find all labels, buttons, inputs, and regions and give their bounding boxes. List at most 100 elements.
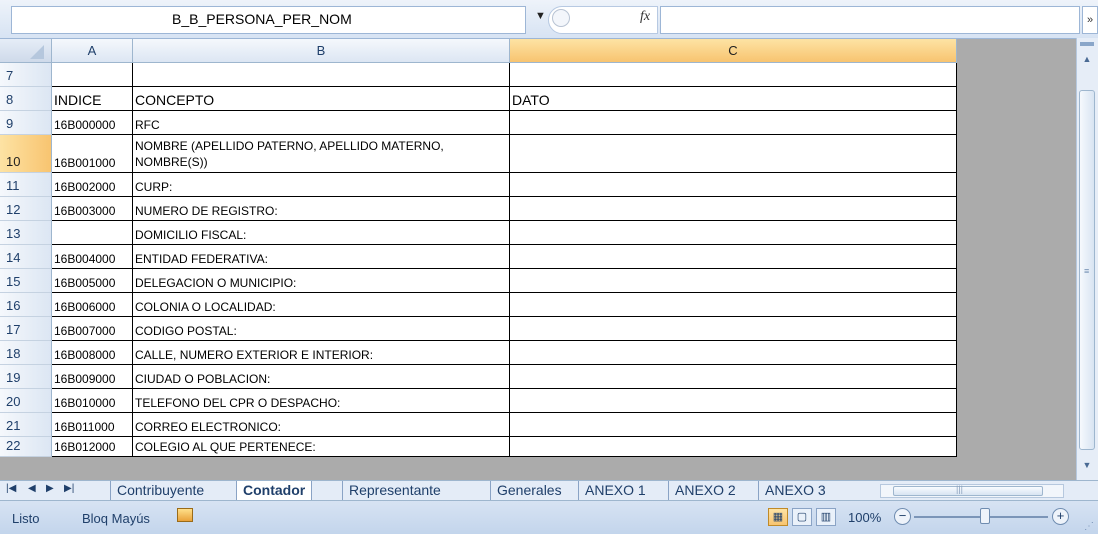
cell-a[interactable]: 16B003000: [52, 197, 133, 221]
cell-b[interactable]: COLONIA O LOCALIDAD:: [133, 293, 510, 317]
row-header[interactable]: 19: [0, 365, 52, 389]
cell-c[interactable]: [510, 135, 957, 173]
cell-b[interactable]: CALLE, NUMERO EXTERIOR E INTERIOR:: [133, 341, 510, 365]
scroll-down-icon[interactable]: ▼: [1080, 458, 1094, 472]
page-break-icon[interactable]: ▥: [816, 508, 836, 526]
cell-b[interactable]: CURP:: [133, 173, 510, 197]
scroll-up-icon[interactable]: ▲: [1080, 52, 1094, 66]
cell-c[interactable]: [510, 63, 957, 87]
cell-a[interactable]: 16B004000: [52, 245, 133, 269]
cell-a[interactable]: 16B010000: [52, 389, 133, 413]
row-header[interactable]: 22: [0, 437, 52, 457]
cell-c[interactable]: [510, 317, 957, 341]
row-header[interactable]: 18: [0, 341, 52, 365]
zoom-slider-thumb[interactable]: [980, 508, 990, 524]
row-header[interactable]: 7: [0, 63, 52, 87]
row-header[interactable]: 16: [0, 293, 52, 317]
cell-c[interactable]: [510, 365, 957, 389]
tab-generales[interactable]: Generales: [490, 481, 562, 500]
tab-anexo-3[interactable]: ANEXO 3: [758, 481, 826, 500]
row-header[interactable]: 15: [0, 269, 52, 293]
cell-b[interactable]: COLEGIO AL QUE PERTENECE:: [133, 437, 510, 457]
cell-c[interactable]: [510, 245, 957, 269]
cell-a[interactable]: INDICE: [52, 87, 133, 111]
cell-a[interactable]: 16B006000: [52, 293, 133, 317]
cell-a[interactable]: 16B001000: [52, 135, 133, 173]
row-header[interactable]: 8: [0, 87, 52, 111]
cell-c[interactable]: [510, 413, 957, 437]
name-box[interactable]: B_B_PERSONA_PER_NOM: [11, 6, 526, 34]
zoom-out-icon[interactable]: −: [894, 508, 911, 525]
formula-input[interactable]: [660, 6, 1080, 34]
cell-c[interactable]: [510, 173, 957, 197]
next-sheet-icon[interactable]: ▶: [46, 483, 54, 494]
zoom-level[interactable]: 100%: [848, 510, 881, 525]
cell-a[interactable]: 16B009000: [52, 365, 133, 389]
vertical-scrollbar[interactable]: ▲ ≡ ▼: [1076, 38, 1098, 480]
row-header[interactable]: 21: [0, 413, 52, 437]
page-layout-icon[interactable]: ▢: [792, 508, 812, 526]
cell-c[interactable]: [510, 111, 957, 135]
cell-b[interactable]: CODIGO POSTAL:: [133, 317, 510, 341]
tab-representante[interactable]: Representante: [342, 481, 441, 500]
macro-record-icon[interactable]: [177, 508, 193, 522]
first-sheet-icon[interactable]: |◀: [6, 483, 16, 494]
tab-contador[interactable]: Contador: [236, 481, 313, 501]
cell-b[interactable]: CONCEPTO: [133, 87, 510, 111]
tab-anexo-1[interactable]: ANEXO 1: [578, 481, 646, 500]
cell-b[interactable]: TELEFONO DEL CPR O DESPACHO:: [133, 389, 510, 413]
last-sheet-icon[interactable]: ▶|: [64, 483, 74, 494]
cell-b[interactable]: NOMBRE (APELLIDO PATERNO, APELLIDO MATER…: [133, 135, 510, 173]
cell-c[interactable]: [510, 221, 957, 245]
cell-b[interactable]: NUMERO DE REGISTRO:: [133, 197, 510, 221]
column-header-b[interactable]: B: [133, 39, 510, 63]
horizontal-scroll-thumb[interactable]: |||: [893, 484, 1043, 496]
cell-a[interactable]: 16B012000: [52, 437, 133, 457]
column-header-a[interactable]: A: [52, 39, 133, 63]
cell-a[interactable]: [52, 63, 133, 87]
row-header[interactable]: 14: [0, 245, 52, 269]
dropdown-arrow-icon[interactable]: ▼: [535, 10, 546, 22]
cell-a[interactable]: 16B008000: [52, 341, 133, 365]
cell-a[interactable]: 16B002000: [52, 173, 133, 197]
cell-a[interactable]: [52, 221, 133, 245]
cell-b[interactable]: DELEGACION O MUNICIPIO:: [133, 269, 510, 293]
cell-b[interactable]: RFC: [133, 111, 510, 135]
tab-contribuyente[interactable]: Contribuyente: [110, 481, 204, 500]
resize-grip-icon[interactable]: ⋰: [1084, 521, 1094, 532]
row-header[interactable]: 11: [0, 173, 52, 197]
cell-c[interactable]: DATO: [510, 87, 957, 111]
cell-b[interactable]: [133, 63, 510, 87]
row-header[interactable]: 13: [0, 221, 52, 245]
expand-formula-bar-icon[interactable]: »: [1082, 6, 1098, 34]
cell-c[interactable]: [510, 197, 957, 221]
select-all-corner[interactable]: [0, 39, 52, 63]
cell-b[interactable]: DOMICILIO FISCAL:: [133, 221, 510, 245]
cell-a[interactable]: 16B000000: [52, 111, 133, 135]
zoom-in-icon[interactable]: +: [1052, 508, 1069, 525]
horizontal-scrollbar[interactable]: |||: [880, 484, 1064, 498]
normal-view-icon[interactable]: ▦: [768, 508, 788, 526]
row-header[interactable]: 12: [0, 197, 52, 221]
cell-c[interactable]: [510, 269, 957, 293]
split-handle-icon[interactable]: [1080, 42, 1094, 46]
row-header[interactable]: 10: [0, 135, 52, 173]
fx-icon[interactable]: fx: [640, 9, 650, 25]
row-header[interactable]: 20: [0, 389, 52, 413]
row-header[interactable]: 9: [0, 111, 52, 135]
cell-c[interactable]: [510, 293, 957, 317]
vertical-scroll-thumb[interactable]: ≡: [1079, 90, 1095, 450]
cell-c[interactable]: [510, 389, 957, 413]
cell-b[interactable]: ENTIDAD FEDERATIVA:: [133, 245, 510, 269]
cell-a[interactable]: 16B011000: [52, 413, 133, 437]
cell-b[interactable]: CIUDAD O POBLACION:: [133, 365, 510, 389]
column-header-c[interactable]: C: [510, 39, 957, 63]
row-header[interactable]: 17: [0, 317, 52, 341]
cell-a[interactable]: 16B005000: [52, 269, 133, 293]
tab-anexo-2[interactable]: ANEXO 2: [668, 481, 736, 500]
cell-c[interactable]: [510, 437, 957, 457]
cell-c[interactable]: [510, 341, 957, 365]
cell-b[interactable]: CORREO ELECTRONICO:: [133, 413, 510, 437]
cancel-circle-icon[interactable]: [552, 9, 570, 27]
cell-a[interactable]: 16B007000: [52, 317, 133, 341]
